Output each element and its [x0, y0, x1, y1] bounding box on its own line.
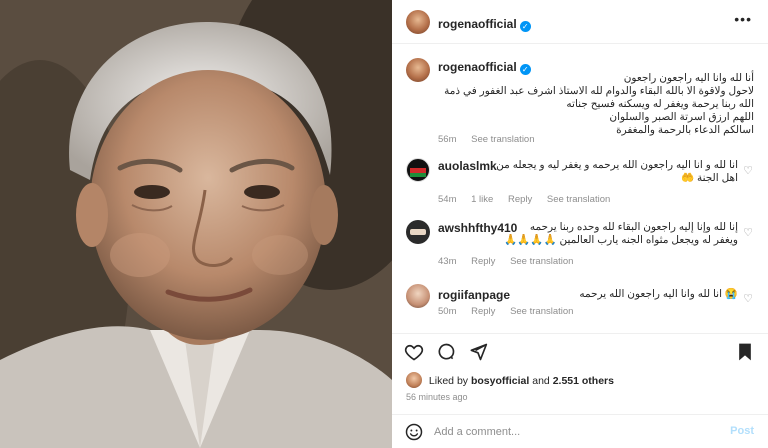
caption-meta: 56m See translation	[438, 134, 547, 145]
commenter-avatar[interactable]	[406, 284, 430, 308]
caption-line: أنا لله وانا اليه راجعون راجعون	[623, 72, 754, 84]
comment-heart-icon[interactable]: ♡	[743, 226, 753, 239]
reply-link[interactable]: Reply	[471, 306, 495, 317]
heart-icon[interactable]	[404, 342, 424, 362]
likes-conj: and	[532, 375, 550, 387]
author-name-wrap: rogenaofficial ✓	[438, 15, 531, 33]
see-translation-link[interactable]: See translation	[547, 194, 610, 205]
add-comment-input[interactable]	[434, 423, 704, 441]
bookmark-icon[interactable]	[736, 342, 754, 362]
liker-username[interactable]: bosyofficial	[471, 375, 529, 387]
liker-avatar[interactable]	[406, 372, 422, 388]
caption-line: اللهم ارزق اسرتة الصبر والسلوان	[609, 111, 754, 123]
share-icon[interactable]	[468, 342, 488, 362]
likes-prefix: Liked by	[428, 375, 469, 387]
commenter-avatar[interactable]	[406, 158, 430, 182]
post-comment-button[interactable]: Post	[730, 425, 754, 437]
see-translation-link[interactable]: See translation	[510, 256, 573, 267]
comment-line: انا لله و انا اليه راجعون الله يرحمه و ي…	[496, 159, 738, 171]
likes-count[interactable]: 2.551 others	[553, 375, 614, 387]
comment-time: 50m	[438, 306, 457, 317]
post-time-ago: 56 minutes ago	[406, 392, 468, 402]
see-translation-link[interactable]: See translation	[471, 134, 534, 145]
portrait-illustration	[0, 0, 392, 448]
comment-line: ويغفر له ويجعل مثواه الجنه يارب العالمين…	[504, 234, 738, 246]
comment-text: إنا لله وإنا إليه راجعون البقاء لله وحده…	[438, 221, 738, 247]
caption-time: 56m	[438, 134, 457, 145]
reply-link[interactable]: Reply	[508, 194, 532, 205]
caption-line: الله ربنا يرحمة ويغفر له ويسكنه فسيح جنا…	[566, 98, 754, 110]
see-translation-link[interactable]: See translation	[510, 306, 573, 317]
more-icon[interactable]: •••	[734, 12, 752, 26]
emoji-icon[interactable]	[405, 423, 423, 441]
author-avatar[interactable]	[406, 10, 430, 34]
comment-text: 😭 انا لله وانا اليه راجعون الله يرحمه	[438, 288, 738, 301]
comment-meta: 43m Reply See translation	[438, 256, 585, 267]
add-comment-bar: Post	[392, 414, 768, 448]
comment-meta: 50m Reply See translation	[438, 306, 585, 317]
post-photo	[0, 0, 392, 448]
comment-likes[interactable]: 1 like	[471, 194, 493, 205]
comment-heart-icon[interactable]: ♡	[743, 164, 753, 177]
comment-line: اهل الجنة 🤲	[680, 172, 738, 184]
comment-time: 43m	[438, 256, 457, 267]
commenter-avatar[interactable]	[406, 220, 430, 244]
comment-time: 54m	[438, 194, 457, 205]
post-header: rogenaofficial ✓ •••	[392, 0, 768, 44]
likes-summary: Liked by bosyofficial and 2.551 others	[406, 372, 614, 388]
author-username[interactable]: rogenaofficial	[438, 17, 517, 31]
verified-icon: ✓	[519, 21, 531, 32]
comment-text: انا لله و انا اليه راجعون الله يرحمه و ي…	[438, 159, 738, 185]
comment-line: 😭 انا لله وانا اليه راجعون الله يرحمه	[579, 288, 738, 300]
comment-meta: 54m 1 like Reply See translation	[438, 194, 622, 205]
post-side-panel: rogenaofficial ✓ ••• rogenaofficial ✓ أنا …	[392, 0, 768, 448]
comment-line: إنا لله وإنا إليه راجعون البقاء لله وحده…	[529, 221, 738, 233]
caption-text: أنا لله وانا اليه راجعون راجعون لاحول ول…	[438, 72, 754, 137]
caption-line: لاحول ولاقوة الا بالله البقاء والدوام لل…	[444, 85, 754, 97]
comment-icon[interactable]	[436, 342, 456, 362]
action-bar	[392, 333, 768, 369]
caption-avatar[interactable]	[406, 58, 430, 82]
reply-link[interactable]: Reply	[471, 256, 495, 267]
comment-heart-icon[interactable]: ♡	[743, 292, 753, 305]
